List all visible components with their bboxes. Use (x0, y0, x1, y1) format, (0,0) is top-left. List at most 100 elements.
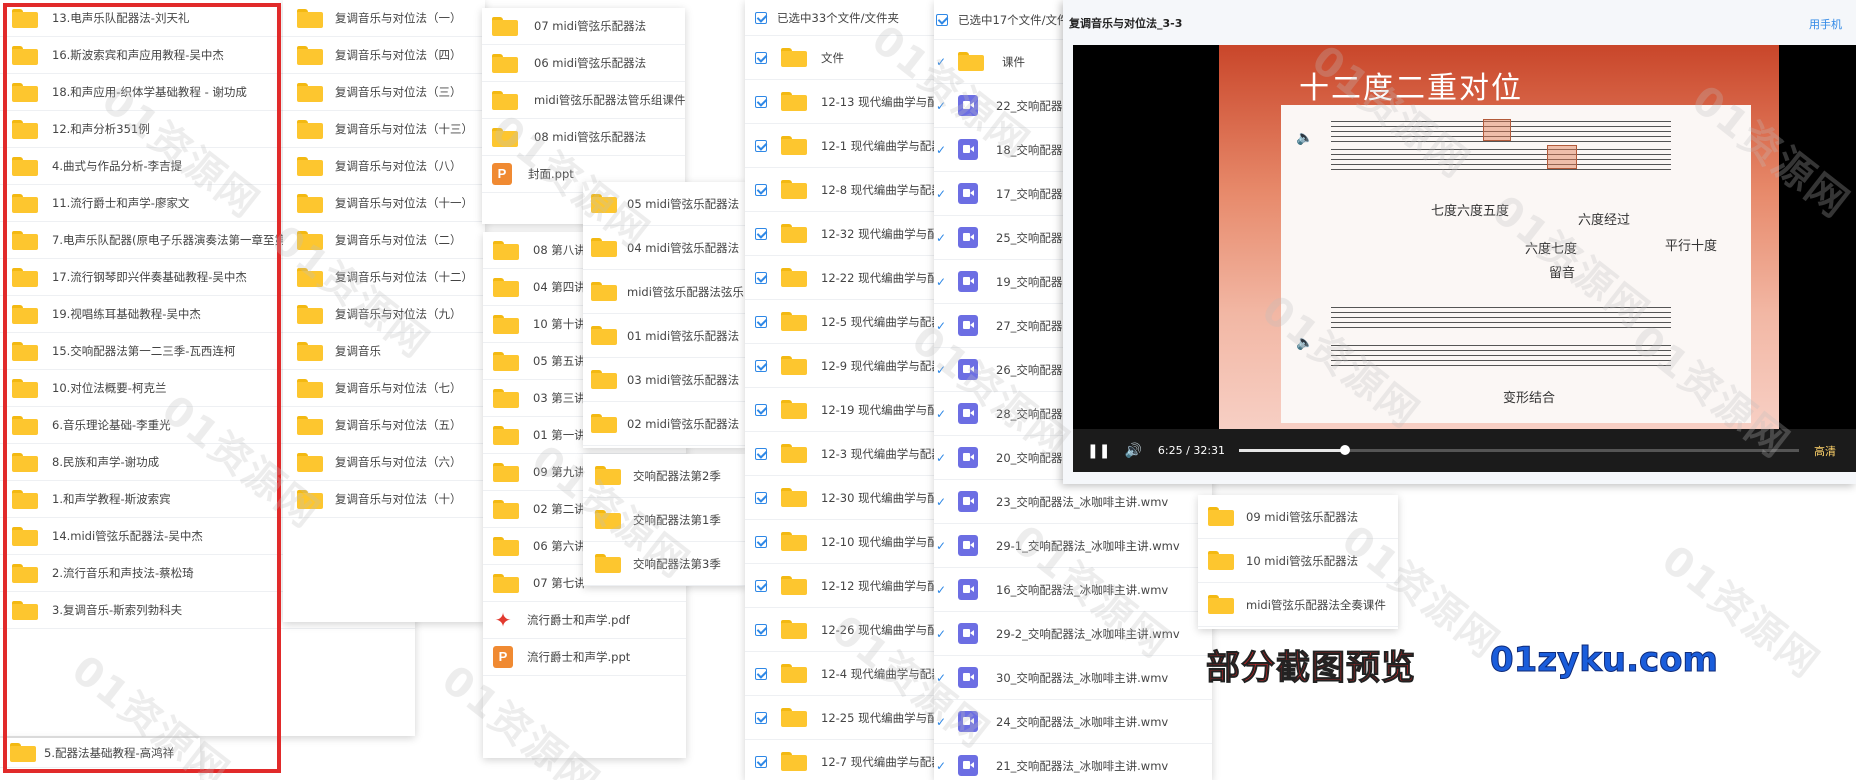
check-mark-icon[interactable]: ✓ (936, 275, 946, 289)
check-mark-icon[interactable]: ✓ (936, 671, 946, 685)
list-item[interactable]: 交响配器法第1季 (583, 498, 746, 542)
list-item[interactable]: 12-19 现代编曲学与配器 (745, 388, 943, 432)
list-item[interactable]: 08 midi管弦乐配器法 (482, 119, 685, 156)
quality-button[interactable]: 高清 (1814, 443, 1836, 459)
list-item[interactable]: 05 midi管弦乐配器法 (583, 182, 746, 226)
check-mark-icon[interactable]: ✓ (936, 363, 946, 377)
checkbox[interactable] (755, 227, 767, 240)
list-item[interactable]: 复调音乐与对位法（十一） (283, 185, 485, 222)
check-mark-icon[interactable]: ✓ (936, 187, 946, 201)
list-item[interactable]: 复调音乐与对位法（七） (283, 370, 485, 407)
list-item[interactable]: 03 midi管弦乐配器法 (583, 358, 746, 402)
check-mark-icon[interactable]: ✓ (936, 583, 946, 597)
list-item[interactable]: 12-22 现代编曲学与配器 (745, 256, 943, 300)
list-item[interactable]: 复调音乐与对位法（一） (283, 0, 485, 37)
list-item[interactable]: ✓ 16_交响配器法_冰咖啡主讲.wmv (934, 568, 1212, 612)
list-item[interactable]: 02 midi管弦乐配器法 (583, 402, 746, 446)
check-mark-icon[interactable]: ✓ (936, 539, 946, 553)
check-mark-icon[interactable]: ✓ (936, 627, 946, 641)
list-item[interactable]: 12-10 现代编曲学与配器 (745, 520, 943, 564)
checkbox[interactable] (755, 271, 767, 284)
list-item[interactable]: ✓ 30_交响配器法_冰咖啡主讲.wmv (934, 656, 1212, 700)
list-item[interactable]: 12-8 现代编曲学与配器 (745, 168, 943, 212)
check-mark-icon[interactable]: ✓ (936, 319, 946, 333)
checkbox[interactable] (755, 447, 767, 460)
check-mark-icon[interactable]: ✓ (936, 495, 946, 509)
list-item[interactable]: 12-5 现代编曲学与配器 (745, 300, 943, 344)
list-item[interactable]: 复调音乐与对位法（八） (283, 148, 485, 185)
list-item[interactable]: ✓ 23_交响配器法_冰咖啡主讲.wmv (934, 480, 1212, 524)
progress-bar[interactable] (1239, 445, 1799, 455)
list-item[interactable]: P 流行爵士和声学.ppt (483, 639, 686, 676)
list-item[interactable]: 5.配器法基础教程-高鸿祥 (0, 738, 200, 768)
video-screen[interactable]: 十二度二重对位 🔈 七度六度五度 六度七度 六度经过 平行十度 留音 🔈 变形结… (1073, 45, 1856, 429)
check-mark-icon[interactable]: ✓ (936, 759, 946, 773)
list-item[interactable]: midi管弦乐配器法管乐组课件 (482, 82, 685, 119)
checkbox[interactable] (755, 667, 767, 680)
check-mark-icon[interactable]: ✓ (936, 451, 946, 465)
list-item[interactable]: 12-12 现代编曲学与配器 (745, 564, 943, 608)
checkbox[interactable] (755, 139, 767, 152)
list-item[interactable]: 12-25 现代编曲学与配器 (745, 696, 943, 740)
list-item[interactable]: 07 midi管弦乐配器法 (482, 8, 685, 45)
check-mark-icon[interactable]: ✓ (936, 715, 946, 729)
select-all-checkbox[interactable] (755, 11, 767, 24)
list-item[interactable]: 12-32 现代编曲学与配器 (745, 212, 943, 256)
list-item[interactable]: 流行爵士和声学.pdf (483, 602, 686, 639)
pause-icon[interactable]: ❚❚ (1087, 443, 1110, 459)
checkbox[interactable] (755, 183, 767, 196)
select-all-checkbox[interactable] (936, 13, 948, 26)
check-mark-icon[interactable]: ✓ (936, 99, 946, 113)
volume-icon[interactable]: 🔊 (1124, 443, 1141, 459)
list-item[interactable]: ✓ 29-2_交响配器法_冰咖啡主讲.wmv (934, 612, 1212, 656)
progress-knob[interactable] (1340, 445, 1351, 455)
check-mark-icon[interactable]: ✓ (936, 407, 946, 421)
list-item[interactable]: 09 midi管弦乐配器法 (1198, 495, 1398, 539)
list-item[interactable]: 12-26 现代编曲学与配器 (745, 608, 943, 652)
list-item[interactable]: midi管弦乐配器法弦乐 (583, 270, 746, 314)
check-mark-icon[interactable]: ✓ (936, 143, 946, 157)
list-item[interactable]: 复调音乐与对位法（十二） (283, 259, 485, 296)
checkbox[interactable] (755, 623, 767, 636)
checkbox[interactable] (755, 403, 767, 416)
list-item[interactable]: 12-9 现代编曲学与配器 (745, 344, 943, 388)
checkbox[interactable] (755, 579, 767, 592)
list-item[interactable]: ✓ 21_交响配器法_冰咖啡主讲.wmv (934, 744, 1212, 780)
list-item[interactable]: 10 midi管弦乐配器法 (1198, 539, 1398, 583)
checkbox[interactable] (755, 711, 767, 724)
checkbox[interactable] (755, 315, 767, 328)
list-item[interactable]: 复调音乐与对位法（二） (283, 222, 485, 259)
list-item[interactable]: ✓ 24_交响配器法_冰咖啡主讲.wmv (934, 700, 1212, 744)
list-item[interactable]: 复调音乐与对位法（六） (283, 444, 485, 481)
list-item[interactable]: 复调音乐与对位法（十三） (283, 111, 485, 148)
check-mark-icon[interactable]: ✓ (936, 55, 946, 69)
list-item[interactable]: 复调音乐与对位法（九） (283, 296, 485, 333)
list-item[interactable]: 复调音乐与对位法（五） (283, 407, 485, 444)
list-item[interactable]: 12-1 现代编曲学与配器 (745, 124, 943, 168)
checkbox[interactable] (755, 51, 767, 64)
phone-help-link[interactable]: 用手机 (1809, 16, 1842, 32)
list-item[interactable]: 复调音乐 (283, 333, 485, 370)
check-mark-icon[interactable]: ✓ (936, 231, 946, 245)
list-item[interactable]: 04 midi管弦乐配器法 (583, 226, 746, 270)
list-item[interactable]: midi管弦乐配器法全奏课件 (1198, 583, 1398, 627)
checkbox[interactable] (755, 359, 767, 372)
list-item[interactable]: ✓ 29-1_交响配器法_冰咖啡主讲.wmv (934, 524, 1212, 568)
list-item[interactable]: 12-13 现代编曲学与配器 (745, 80, 943, 124)
list-item[interactable]: 12-30 现代编曲学与配器 (745, 476, 943, 520)
list-item[interactable]: 复调音乐与对位法（三） (283, 74, 485, 111)
list-item[interactable]: 06 midi管弦乐配器法 (482, 45, 685, 82)
list-item[interactable]: 复调音乐与对位法（十） (283, 481, 485, 518)
list-item[interactable]: 交响配器法第3季 (583, 542, 746, 586)
checkbox[interactable] (755, 755, 767, 768)
list-item[interactable]: 交响配器法第2季 (583, 454, 746, 498)
list-item[interactable]: 12-4 现代编曲学与配器 (745, 652, 943, 696)
list-item[interactable]: 12-3 现代编曲学与配器 (745, 432, 943, 476)
list-item[interactable]: 复调音乐与对位法（四） (283, 37, 485, 74)
checkbox[interactable] (755, 491, 767, 504)
list-item[interactable]: 文件 (745, 36, 943, 80)
checkbox[interactable] (755, 535, 767, 548)
checkbox[interactable] (755, 95, 767, 108)
list-item[interactable]: 12-7 现代编曲学与配器 (745, 740, 943, 780)
list-item[interactable]: 01 midi管弦乐配器法 (583, 314, 746, 358)
